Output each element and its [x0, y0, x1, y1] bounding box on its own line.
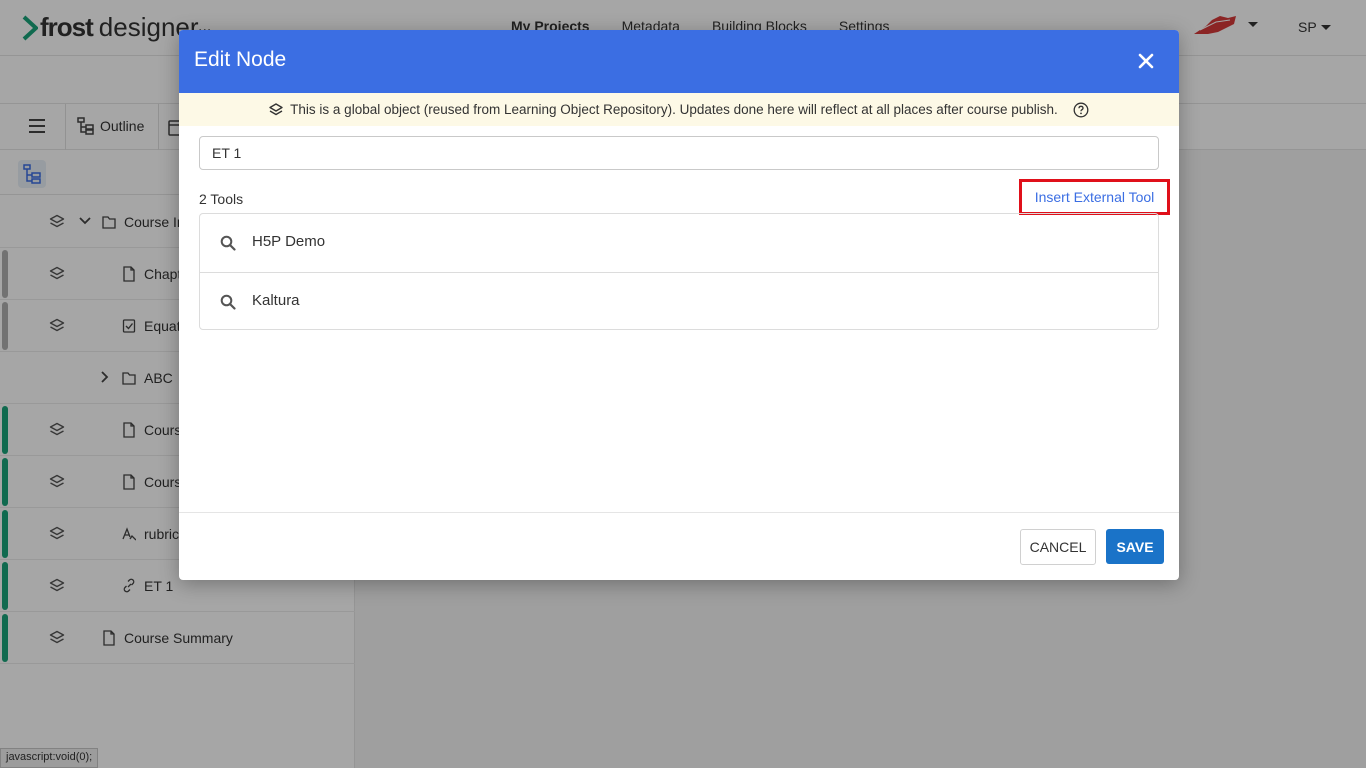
tools-count: 2 Tools [199, 191, 244, 207]
edit-node-dialog: Edit Node This is a global object (reuse… [179, 30, 1179, 580]
tool-name: Kaltura [252, 292, 300, 309]
dialog-footer: CANCEL SAVE [179, 512, 1179, 580]
help-icon[interactable] [1073, 102, 1089, 118]
save-button[interactable]: SAVE [1106, 529, 1164, 564]
layers-icon [269, 102, 283, 115]
cancel-button[interactable]: CANCEL [1020, 529, 1096, 565]
search-icon[interactable] [220, 235, 236, 251]
close-icon[interactable] [1137, 52, 1155, 70]
dialog-header: Edit Node [179, 30, 1179, 93]
tool-item-h5p-demo[interactable]: H5P Demo [200, 214, 1158, 272]
node-name-input[interactable] [199, 136, 1159, 170]
search-icon[interactable] [220, 294, 236, 310]
tool-list: H5P Demo Kaltura [199, 213, 1159, 330]
notice-text: This is a global object (reused from Lea… [290, 102, 1058, 117]
tool-item-kaltura[interactable]: Kaltura [200, 272, 1158, 330]
dialog-title: Edit Node [194, 48, 287, 71]
insert-external-tool-link[interactable]: Insert External Tool [1019, 179, 1170, 215]
tool-name: H5P Demo [252, 233, 326, 250]
global-object-notice: This is a global object (reused from Lea… [179, 93, 1179, 126]
